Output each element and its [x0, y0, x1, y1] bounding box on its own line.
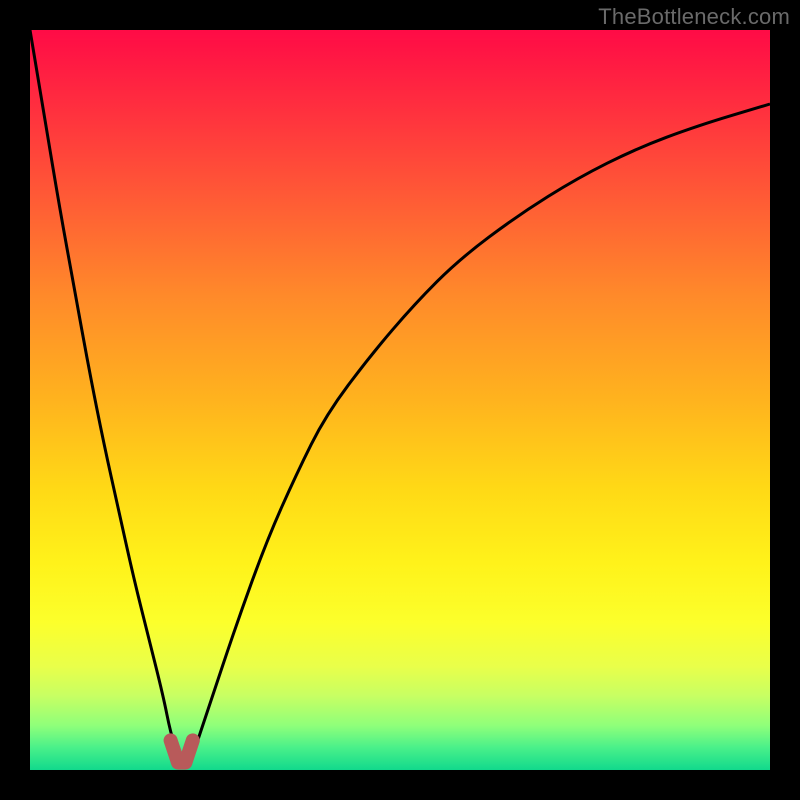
chart-frame: TheBottleneck.com: [0, 0, 800, 800]
watermark-text: TheBottleneck.com: [598, 4, 790, 30]
curve-left-branch: [30, 30, 178, 755]
curve-layer: [30, 30, 770, 770]
bottom-marker: [171, 740, 193, 762]
curve-right-branch: [193, 104, 770, 755]
plot-area: [30, 30, 770, 770]
